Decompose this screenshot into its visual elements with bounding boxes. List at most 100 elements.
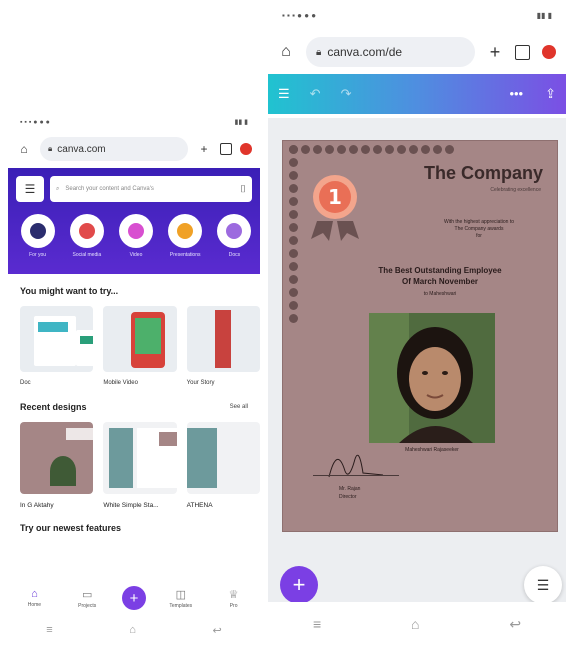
decorative-dot [289, 145, 298, 154]
hamburger-menu-icon[interactable]: ☰ [16, 176, 44, 202]
home-icon[interactable]: ⌂ [16, 141, 32, 157]
tabs-icon[interactable] [220, 143, 232, 155]
url-field[interactable]: 🔒︎ canva.com/de [306, 37, 475, 67]
nav-pro[interactable]: ♕ Pro [216, 588, 252, 609]
decorative-dot [289, 171, 298, 180]
profile-icon[interactable] [542, 45, 556, 59]
decorative-dot [289, 210, 298, 219]
company-subtitle: Celebrating excellence [490, 187, 541, 193]
decorative-dot [397, 145, 406, 154]
decorative-dot [337, 145, 346, 154]
lock-icon: 🔒︎ [48, 144, 53, 153]
try-thumb [20, 306, 94, 372]
back-icon[interactable]: ↩ [212, 624, 221, 637]
home-button-icon[interactable]: ⌂ [411, 616, 419, 632]
undo-icon[interactable]: ↶ [310, 86, 321, 102]
signature-icon [328, 454, 384, 478]
status-bar: ▪ ▪ ▪ ● ● ● ▮▮ ▮ [8, 112, 260, 132]
try-card-mobile-video[interactable]: Mobile Video [103, 306, 177, 386]
share-icon[interactable]: ⇪ [545, 86, 556, 102]
see-all-link[interactable]: See all [230, 404, 248, 410]
camera-icon[interactable]: ⌷ [240, 184, 246, 195]
url-text: canva.com [57, 143, 106, 155]
portrait-image [369, 313, 495, 443]
status-bar: ▪ ▪ ▪ ● ● ● ▮▮ ▮ [268, 0, 566, 30]
lock-icon: 🔒︎ [316, 46, 322, 58]
hamburger-menu-icon[interactable]: ☰ [278, 86, 290, 102]
decorative-dot [313, 145, 322, 154]
decorative-dot [301, 145, 310, 154]
hero-banner: ☰ ⌕ Search your content and Canva's ⌷ Fo… [8, 168, 260, 274]
decorative-dot [421, 145, 430, 154]
tabs-icon[interactable] [515, 44, 530, 60]
category-label: For you [29, 252, 47, 258]
try-new-title: Try our newest features [20, 523, 122, 533]
category-chip[interactable]: Video [118, 214, 153, 258]
template-icon: ◫ [175, 588, 186, 601]
new-tab-icon[interactable]: + [196, 141, 212, 157]
url-field[interactable]: 🔒︎ canva.com [40, 137, 188, 161]
search-placeholder: Search your content and Canva's [65, 186, 154, 192]
layers-button[interactable]: ☰ [524, 566, 562, 604]
employee-photo[interactable] [369, 313, 495, 443]
more-icon[interactable]: ••• [509, 86, 523, 102]
system-nav-bar: ≡ ⌂ ↩ [8, 618, 260, 642]
decorative-dot [289, 158, 298, 167]
profile-icon[interactable] [240, 143, 252, 155]
category-label: Docs [228, 252, 241, 258]
medal-icon: 1 [311, 175, 359, 241]
category-chip[interactable]: Docs [217, 214, 252, 258]
recent-card[interactable]: In G Aktahy [20, 422, 94, 509]
nav-label: Projects [78, 602, 97, 609]
decorative-dot [373, 145, 382, 154]
search-input[interactable]: ⌕ Search your content and Canva's ⌷ [50, 176, 252, 202]
redo-icon[interactable]: ↷ [341, 86, 352, 102]
decorative-dots-left [289, 145, 298, 323]
award-subtitle: to Maheshwari [423, 291, 457, 297]
award-line-2: Of March November [401, 277, 479, 286]
recent-thumb [20, 422, 94, 494]
editor-canvas[interactable]: 1 The Company Celebrating excellence Wit… [268, 118, 566, 602]
back-icon[interactable]: ↩ [509, 616, 521, 633]
recents-icon[interactable]: ≡ [46, 624, 52, 636]
create-button[interactable]: + [121, 586, 146, 610]
category-label: Social media [72, 252, 102, 258]
try-card-doc[interactable]: Doc [20, 306, 94, 386]
decorative-dot [289, 262, 298, 271]
home-icon: ⌂ [31, 588, 38, 600]
search-icon: ⌕ [56, 185, 60, 192]
try-label: Doc [20, 380, 31, 386]
nav-label: Pro [229, 602, 238, 609]
new-tab-icon[interactable]: + [487, 42, 503, 62]
award-title: The Best Outstanding Employee Of March N… [323, 265, 557, 287]
recents-icon[interactable]: ≡ [313, 616, 321, 632]
home-icon[interactable]: ⌂ [278, 43, 294, 60]
certificate-design[interactable]: 1 The Company Celebrating excellence Wit… [282, 140, 558, 532]
recent-card[interactable]: White Simple Sta... [103, 422, 177, 509]
recent-label: In G Aktahy [20, 502, 54, 509]
category-chip[interactable]: For you [20, 214, 55, 258]
status-right: ▮▮ ▮ [536, 10, 552, 20]
decorative-dots-top [289, 145, 454, 154]
nav-home[interactable]: ⌂ Home [16, 588, 52, 608]
recent-thumb [103, 422, 177, 494]
recent-card[interactable]: ATHENA [186, 422, 260, 509]
decorative-dot [445, 145, 454, 154]
nav-templates[interactable]: ◫ Templates [163, 588, 199, 609]
add-element-button[interactable]: + [280, 566, 318, 604]
nav-label: Templates [169, 602, 193, 609]
recent-header: Recent designs See all [20, 402, 248, 412]
signer-title: Director [339, 494, 357, 500]
decorative-dot [289, 236, 298, 245]
recent-row: In G Aktahy White Simple Sta... ATHENA [20, 422, 260, 509]
screenshot-stage: ▪ ▪ ▪ ● ● ● ▮▮ ▮ ⌂ 🔒︎ canva.com + ☰ ⌕ Se… [0, 0, 566, 646]
nav-projects[interactable]: ▭ Projects [69, 588, 105, 609]
category-icon [217, 214, 252, 248]
crown-icon: ♕ [228, 588, 239, 601]
home-button-icon[interactable]: ⌂ [129, 624, 136, 636]
folder-icon: ▭ [81, 588, 93, 601]
decorative-dot [361, 145, 370, 154]
category-chip[interactable]: Presentations [168, 214, 203, 258]
category-chip[interactable]: Social media [69, 214, 104, 258]
try-card-your-story[interactable]: Your Story [186, 306, 260, 386]
